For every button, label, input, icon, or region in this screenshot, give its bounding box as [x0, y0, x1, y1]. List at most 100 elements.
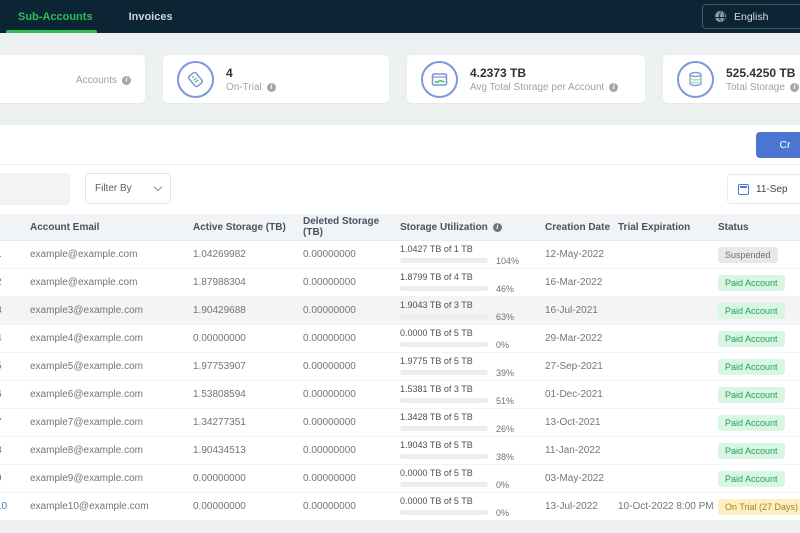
utilization-percent: 0% — [496, 480, 509, 490]
status-cell: Paid Account — [718, 359, 800, 375]
date-value: 11-Sep — [756, 184, 788, 195]
card-accounts-label: Accounts — [76, 75, 117, 86]
utilization-bar — [400, 454, 488, 459]
active-storage-value: 1.90434513 — [193, 445, 303, 456]
status-cell: Paid Account — [718, 275, 800, 291]
account-id-link[interactable]: 3 — [0, 305, 30, 316]
table-row[interactable]: 7 example7@example.com 1.34277351 0.0000… — [0, 409, 800, 437]
storage-utilization-cell: 1.3428 TB of 5 TB 26% — [400, 412, 545, 434]
active-storage-value: 0.00000000 — [193, 473, 303, 484]
creation-date: 27-Sep-2021 — [545, 361, 618, 372]
card-total-storage: 525.4250 TB Total Storage i — [663, 55, 800, 103]
storage-utilization-cell: 1.9043 TB of 5 TB 38% — [400, 440, 545, 462]
date-picker[interactable]: 11-Sep — [727, 174, 800, 204]
status-badge: Suspended — [718, 247, 778, 263]
trial-expiration: 10-Oct-2022 8:00 PM — [618, 501, 718, 512]
creation-date: 16-Jul-2021 — [545, 305, 618, 316]
table-row[interactable]: 5 example5@example.com 1.97753907 0.0000… — [0, 353, 800, 381]
globe-icon — [715, 11, 726, 22]
chevron-down-icon — [154, 183, 162, 191]
card-total-storage-value: 525.4250 TB — [726, 66, 799, 80]
create-button[interactable]: Cr — [756, 132, 800, 158]
utilization-percent: 0% — [496, 508, 509, 518]
status-badge: On Trial (27 Days) — [718, 499, 800, 515]
account-id-link[interactable]: 4 — [0, 333, 30, 344]
status-badge: Paid Account — [718, 303, 785, 319]
creation-date: 13-Jul-2022 — [545, 501, 618, 512]
deleted-storage-value: 0.00000000 — [303, 417, 400, 428]
table-row[interactable]: 10 example10@example.com 0.00000000 0.00… — [0, 493, 800, 521]
account-email: example5@example.com — [30, 361, 193, 372]
status-cell: Paid Account — [718, 387, 800, 403]
deleted-storage-value: 0.00000000 — [303, 305, 400, 316]
status-cell: On Trial (27 Days) — [718, 499, 800, 515]
card-total-storage-label: Total Storage — [726, 82, 785, 93]
utilization-text: 1.9775 TB of 5 TB — [400, 356, 537, 366]
language-selector[interactable]: English — [702, 4, 800, 29]
tab-invoices[interactable]: Invoices — [111, 0, 191, 33]
active-storage-value: 0.00000000 — [193, 501, 303, 512]
utilization-text: 1.3428 TB of 5 TB — [400, 412, 537, 422]
toolbar-panel: Cr Filter By 11-Sep — [0, 125, 800, 214]
header-account-email: Account Email — [30, 222, 193, 233]
account-id-link[interactable]: 2 — [0, 277, 30, 288]
status-badge: Paid Account — [718, 275, 785, 291]
table-row[interactable]: 9 example9@example.com 0.00000000 0.0000… — [0, 465, 800, 493]
account-id-link[interactable]: 7 — [0, 417, 30, 428]
calendar-icon — [738, 184, 749, 195]
tab-sub-accounts[interactable]: Sub-Accounts — [0, 0, 111, 33]
header-trial-expiration: Trial Expiration — [618, 222, 718, 233]
chart-window-icon — [421, 61, 458, 98]
status-badge: Paid Account — [718, 387, 785, 403]
account-email: example9@example.com — [30, 473, 193, 484]
active-storage-value: 0.00000000 — [193, 333, 303, 344]
account-id-link[interactable]: 6 — [0, 389, 30, 400]
header-status: Status — [718, 222, 800, 233]
tab-invoices-label: Invoices — [129, 11, 173, 23]
utilization-percent: 38% — [496, 452, 514, 462]
language-label: English — [734, 11, 768, 23]
deleted-storage-value: 0.00000000 — [303, 249, 400, 260]
utilization-bar — [400, 482, 488, 487]
table-row[interactable]: 3 example3@example.com 1.90429688 0.0000… — [0, 297, 800, 325]
table-row[interactable]: 2 example@example.com 1.87988304 0.00000… — [0, 269, 800, 297]
account-email: example@example.com — [30, 249, 193, 260]
creation-date: 13-Oct-2021 — [545, 417, 618, 428]
utilization-text: 1.9043 TB of 5 TB — [400, 440, 537, 450]
table-body: 1 example@example.com 1.04269982 0.00000… — [0, 241, 800, 521]
utilization-text: 1.0427 TB of 1 TB — [400, 244, 537, 254]
info-icon[interactable]: i — [267, 83, 276, 92]
account-id-link[interactable]: 5 — [0, 361, 30, 372]
info-icon[interactable]: i — [122, 76, 131, 85]
table-row[interactable]: 6 example6@example.com 1.53808594 0.0000… — [0, 381, 800, 409]
deleted-storage-value: 0.00000000 — [303, 445, 400, 456]
account-id-link[interactable]: 10 — [0, 501, 30, 512]
table-row[interactable]: 4 example4@example.com 0.00000000 0.0000… — [0, 325, 800, 353]
table-row[interactable]: 8 example8@example.com 1.90434513 0.0000… — [0, 437, 800, 465]
utilization-bar — [400, 286, 488, 291]
toolbar-title-row: Cr — [0, 125, 800, 165]
filter-by-dropdown[interactable]: Filter By — [85, 173, 171, 204]
utilization-bar — [400, 370, 488, 375]
utilization-percent: 46% — [496, 284, 514, 294]
active-storage-value: 1.04269982 — [193, 249, 303, 260]
storage-utilization-cell: 0.0000 TB of 5 TB 0% — [400, 496, 545, 518]
info-icon[interactable]: i — [493, 223, 502, 232]
utilization-percent: 51% — [496, 396, 514, 406]
info-icon[interactable]: i — [609, 83, 618, 92]
deleted-storage-value: 0.00000000 — [303, 333, 400, 344]
utilization-bar — [400, 510, 488, 515]
utilization-text: 0.0000 TB of 5 TB — [400, 328, 537, 338]
search-input[interactable] — [0, 173, 70, 205]
header-creation-date: Creation Date — [545, 222, 618, 233]
sub-accounts-table: Account Email Active Storage (TB) Delete… — [0, 214, 800, 521]
table-row[interactable]: 1 example@example.com 1.04269982 0.00000… — [0, 241, 800, 269]
account-id-link[interactable]: 8 — [0, 445, 30, 456]
account-id-link[interactable]: 9 — [0, 473, 30, 484]
utilization-text: 0.0000 TB of 5 TB — [400, 468, 537, 478]
account-id-link[interactable]: 1 — [0, 249, 30, 260]
active-storage-value: 1.34277351 — [193, 417, 303, 428]
storage-utilization-cell: 1.5381 TB of 3 TB 51% — [400, 384, 545, 406]
utilization-bar — [400, 342, 488, 347]
info-icon[interactable]: i — [790, 83, 799, 92]
